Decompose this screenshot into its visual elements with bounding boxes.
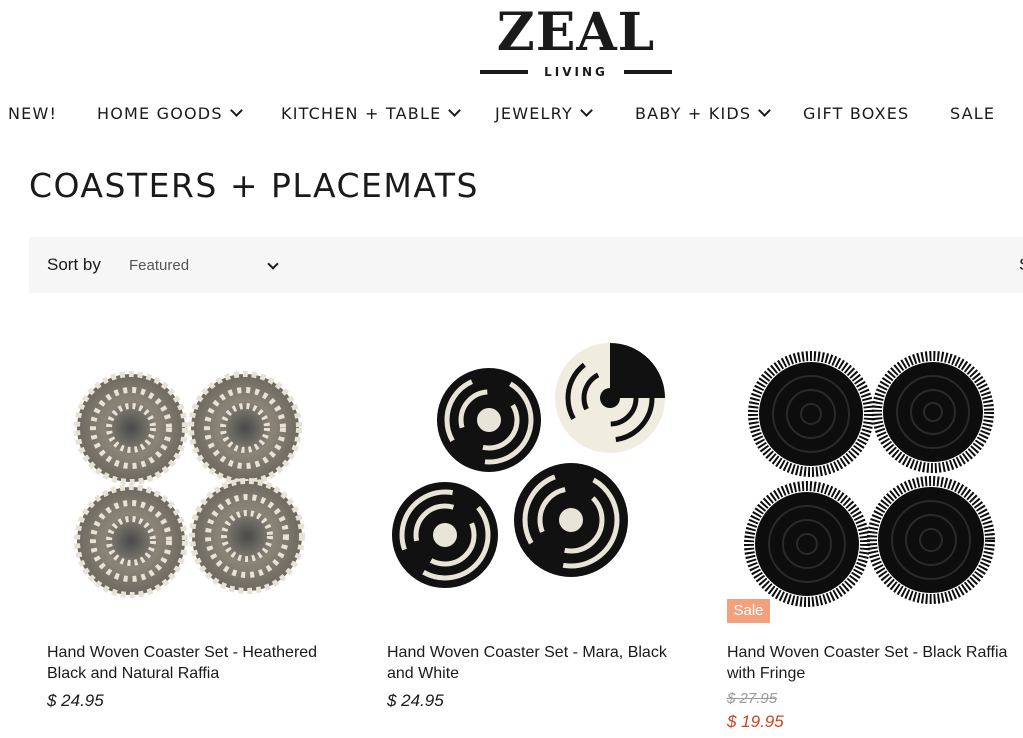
nav-item-sale[interactable]: SALE bbox=[950, 100, 995, 128]
heathered-coaster-set-image[interactable] bbox=[47, 330, 347, 625]
logo-rule-right bbox=[624, 70, 672, 74]
sort-bar-clipped-text: S bbox=[1019, 255, 1023, 275]
product-title[interactable]: Hand Woven Coaster Set - Mara, Black and… bbox=[387, 642, 677, 684]
product-original-price: $ 27.95 bbox=[727, 690, 778, 707]
chevron-down-icon bbox=[758, 104, 772, 117]
sale-badge: Sale bbox=[727, 599, 770, 623]
nav-item-jewelry[interactable]: JEWELRY bbox=[495, 100, 593, 128]
nav-label: BABY + KIDS bbox=[635, 104, 752, 123]
product-price: $ 24.95 bbox=[47, 691, 104, 710]
chevron-down-icon bbox=[229, 104, 243, 117]
main-nav: NEW! HOME GOODS KITCHEN + TABLE JEWELRY … bbox=[0, 100, 1023, 128]
chevron-down-icon bbox=[580, 104, 593, 117]
nav-item-new[interactable]: NEW! bbox=[8, 100, 57, 128]
product-price: $ 24.95 bbox=[387, 691, 444, 710]
nav-label: SALE bbox=[950, 104, 996, 123]
brand-logo[interactable]: ZEAL LIVING bbox=[478, 2, 674, 79]
brand-tagline: LIVING bbox=[544, 65, 608, 79]
product-sale-price: $ 19.95 bbox=[727, 712, 784, 731]
nav-label: JEWELRY bbox=[495, 104, 573, 123]
nav-item-gift-boxes[interactable]: GIFT BOXES bbox=[803, 100, 909, 128]
nav-item-home-goods[interactable]: HOME GOODS bbox=[97, 100, 243, 128]
sort-label: Sort by bbox=[47, 255, 101, 274]
nav-label: HOME GOODS bbox=[97, 104, 223, 123]
chevron-down-icon bbox=[448, 104, 462, 117]
logo-rule-left bbox=[480, 70, 528, 74]
sort-bar: Sort by Featured S bbox=[29, 237, 1023, 293]
chevron-down-icon bbox=[267, 258, 279, 270]
nav-label: KITCHEN + TABLE bbox=[281, 104, 442, 123]
product-title[interactable]: Hand Woven Coaster Set - Heathered Black… bbox=[47, 642, 337, 684]
fringe-coaster-set-image[interactable] bbox=[727, 330, 1023, 625]
sort-select[interactable]: Featured bbox=[129, 255, 283, 277]
page-title: COASTERS + PLACEMATS bbox=[29, 166, 479, 205]
nav-label: GIFT BOXES bbox=[803, 104, 910, 123]
mara-coaster-set-image[interactable] bbox=[387, 330, 687, 625]
nav-item-kitchen-table[interactable]: KITCHEN + TABLE bbox=[281, 100, 462, 128]
nav-label: NEW! bbox=[8, 104, 58, 123]
sort-selected-value: Featured bbox=[129, 257, 190, 274]
product-title[interactable]: Hand Woven Coaster Set - Black Raffia wi… bbox=[727, 642, 1017, 684]
brand-name: ZEAL bbox=[496, 2, 656, 63]
nav-item-baby-kids[interactable]: BABY + KIDS bbox=[635, 100, 772, 128]
